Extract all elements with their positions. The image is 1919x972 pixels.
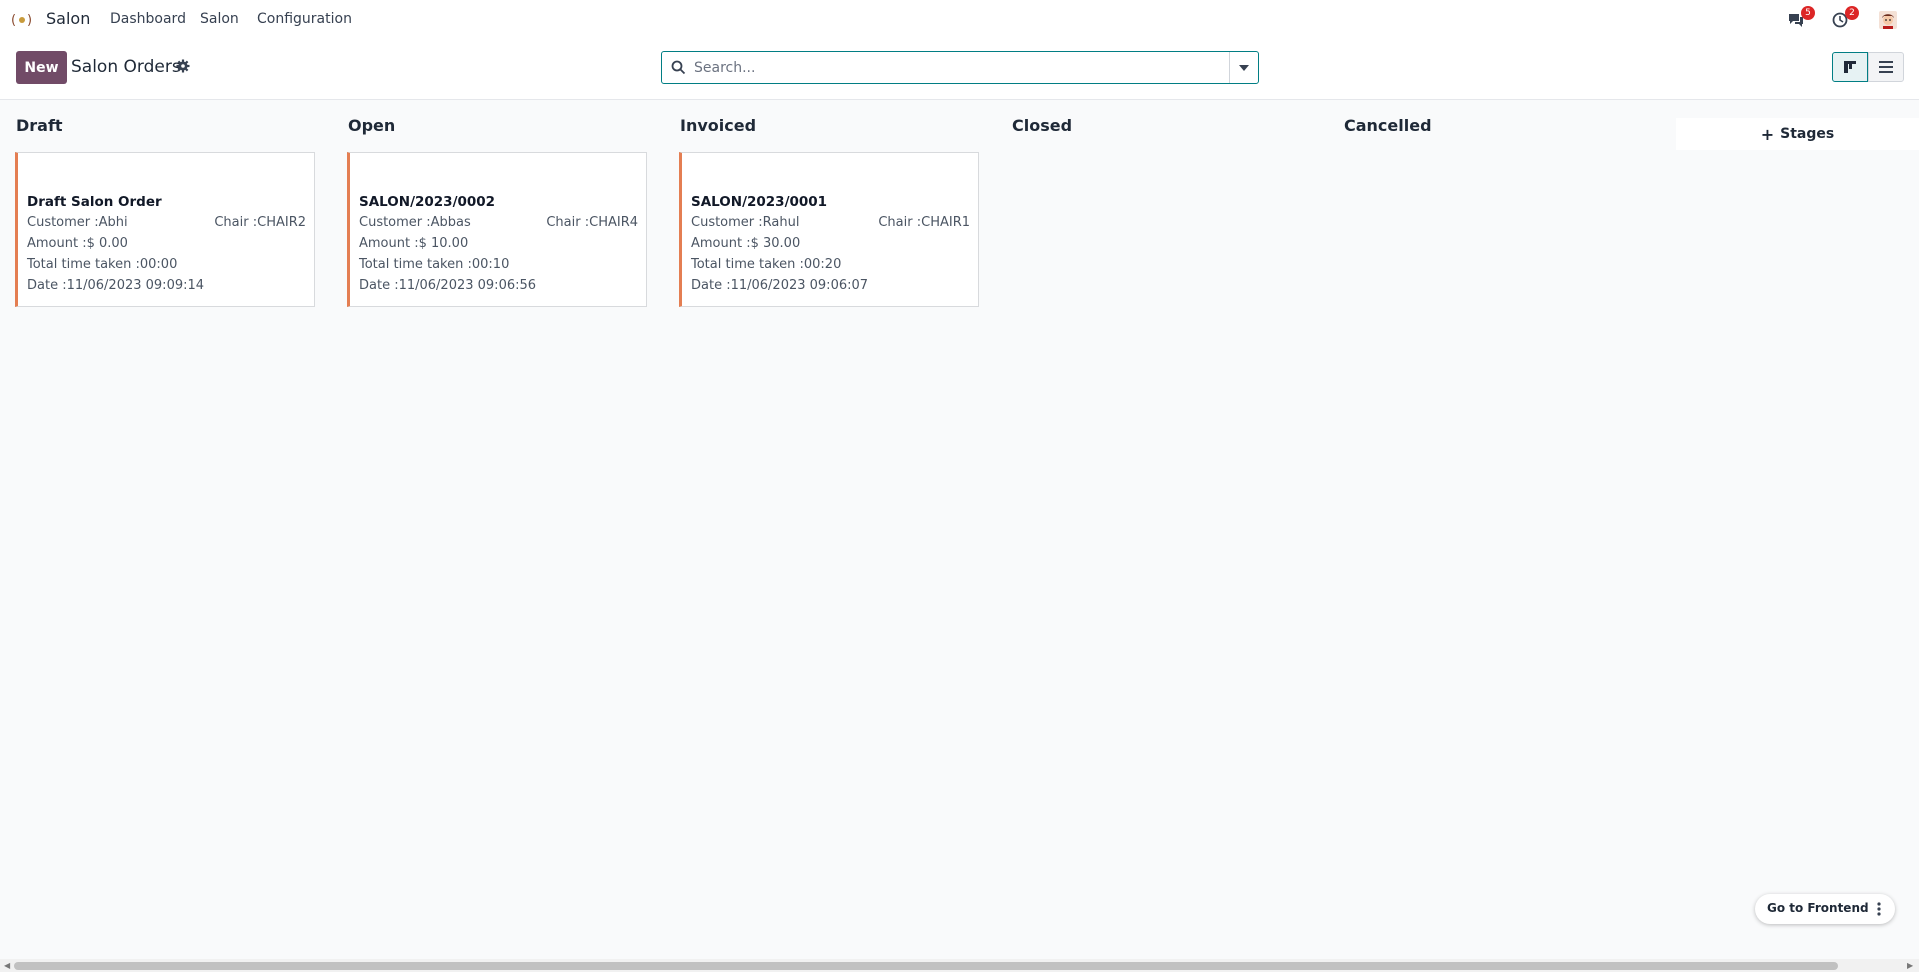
scroll-right-icon[interactable]: ▶ (1907, 961, 1913, 970)
control-panel: New Salon Orders (0, 40, 1919, 100)
menu-salon[interactable]: Salon (200, 11, 239, 27)
column-title-open[interactable]: Open (348, 116, 395, 135)
list-view-button[interactable] (1868, 52, 1904, 82)
card-customer: Customer :Rahul (691, 215, 800, 230)
svg-text:(: ( (11, 13, 16, 28)
card-amount: Amount :$ 10.00 (359, 236, 469, 251)
more-options-icon[interactable] (1871, 900, 1887, 918)
card-title: SALON/2023/0001 (691, 194, 828, 210)
card-amount: Amount :$ 30.00 (691, 236, 801, 251)
kanban-icon (1844, 61, 1856, 73)
search-bar (661, 51, 1259, 84)
activities-badge: 2 (1845, 6, 1859, 20)
add-stage-label: Stages (1780, 126, 1835, 142)
card-customer: Customer :Abbas (359, 215, 471, 230)
menu-dashboard[interactable]: Dashboard (110, 11, 186, 27)
card-title: Draft Salon Order (27, 194, 162, 210)
page-title: Salon Orders (71, 57, 181, 77)
card-customer: Customer :Abhi (27, 215, 128, 230)
list-icon (1879, 61, 1893, 73)
card-date: Date :11/06/2023 09:06:56 (359, 278, 537, 293)
menu-configuration[interactable]: Configuration (257, 11, 352, 27)
avatar-icon (1879, 11, 1897, 29)
card-chair: Chair :CHAIR4 (546, 215, 638, 230)
salon-logo-icon[interactable]: () (10, 10, 34, 30)
messages-button[interactable]: 5 (1785, 6, 1815, 30)
go-to-frontend-button[interactable]: Go to Frontend (1767, 901, 1869, 915)
column-title-invoiced[interactable]: Invoiced (680, 116, 756, 135)
kanban-card[interactable]: Draft Salon Order Customer :Abhi Chair :… (15, 152, 315, 307)
card-date: Date :11/06/2023 09:09:14 (27, 278, 205, 293)
top-navbar: () Salon Dashboard Salon Configuration 5… (0, 0, 1919, 40)
card-amount: Amount :$ 0.00 (27, 236, 128, 251)
frontend-toolbar: Go to Frontend (1755, 894, 1895, 924)
card-chair: Chair :CHAIR1 (878, 215, 970, 230)
svg-text:): ) (27, 13, 32, 28)
card-time: Total time taken :00:10 (359, 257, 510, 272)
card-time: Total time taken :00:20 (691, 257, 842, 272)
user-avatar[interactable] (1877, 10, 1899, 30)
search-options-toggle[interactable] (1229, 52, 1258, 83)
search-input[interactable] (694, 57, 1214, 79)
card-time: Total time taken :00:00 (27, 257, 178, 272)
activities-button[interactable]: 2 (1829, 6, 1859, 30)
new-button[interactable]: New (16, 51, 67, 84)
scroll-left-icon[interactable]: ◀ (4, 961, 10, 970)
search-icon (671, 60, 687, 76)
plus-icon: + (1760, 124, 1775, 144)
card-date: Date :11/06/2023 09:06:07 (691, 278, 869, 293)
card-chair: Chair :CHAIR2 (214, 215, 306, 230)
column-title-closed[interactable]: Closed (1012, 116, 1072, 135)
card-title: SALON/2023/0002 (359, 194, 496, 210)
kanban-card[interactable]: SALON/2023/0001 Customer :Rahul Chair :C… (679, 152, 979, 307)
add-stage-button[interactable]: + Stages (1676, 118, 1919, 150)
kanban-card[interactable]: SALON/2023/0002 Customer :Abbas Chair :C… (347, 152, 647, 307)
scrollbar-thumb[interactable] (14, 962, 1838, 970)
column-title-draft[interactable]: Draft (16, 116, 63, 135)
gear-icon[interactable] (176, 58, 192, 74)
messages-badge: 5 (1801, 6, 1815, 20)
column-title-cancelled[interactable]: Cancelled (1344, 116, 1432, 135)
app-name[interactable]: Salon (46, 9, 90, 28)
kanban-view-button[interactable] (1832, 52, 1868, 82)
horizontal-scrollbar[interactable]: ◀ ▶ (0, 959, 1919, 972)
caret-down-icon (1239, 64, 1249, 71)
